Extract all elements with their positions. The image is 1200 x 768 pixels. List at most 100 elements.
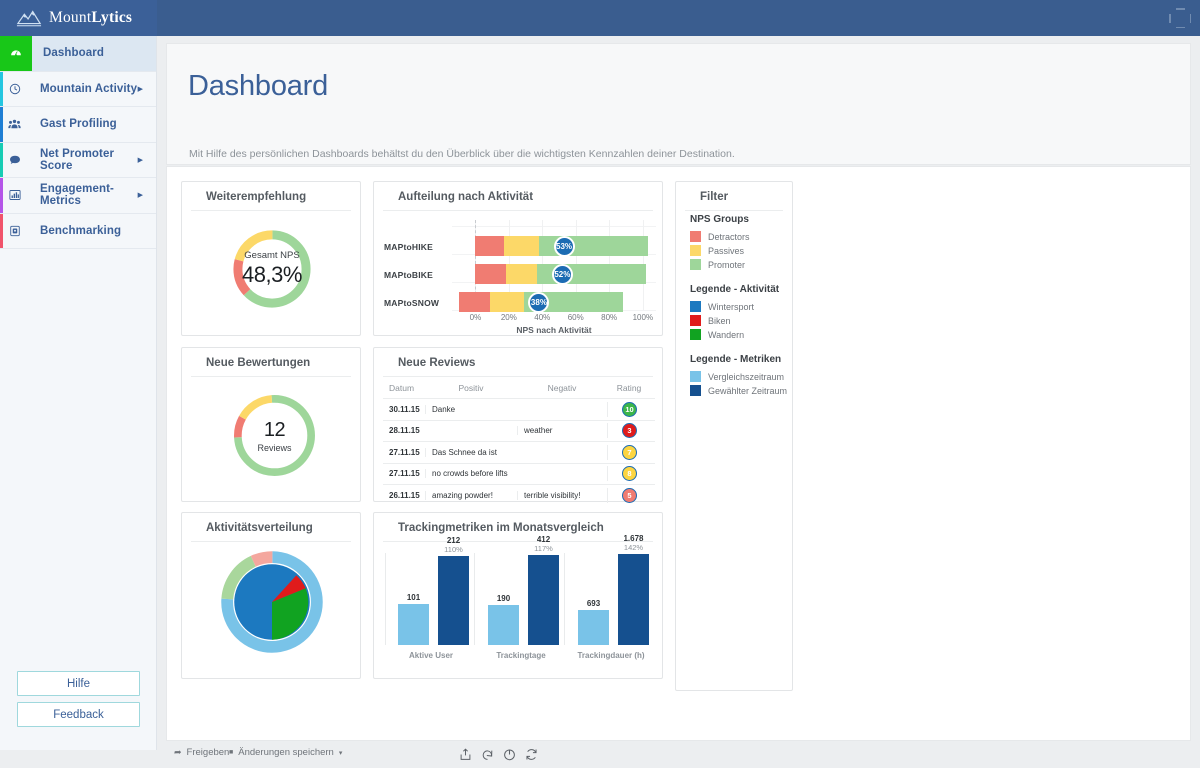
column-header-datum: Datum bbox=[389, 383, 415, 393]
sidebar-item-label: Mountain Activity bbox=[40, 82, 138, 95]
filter-group-heading: Legende - Aktivität bbox=[690, 284, 780, 295]
window-resize-marker[interactable] bbox=[1169, 8, 1191, 28]
filter-legend-item[interactable]: Wandern bbox=[690, 329, 744, 340]
bar-value: 693 bbox=[586, 599, 601, 609]
grid-separator bbox=[452, 226, 656, 227]
cell-datum: 26.11.15 bbox=[389, 490, 420, 500]
donut-svg bbox=[233, 230, 311, 308]
x-axis-tick: 0% bbox=[469, 313, 482, 322]
filter-legend-item[interactable]: Vergleichszeitraum bbox=[690, 371, 784, 382]
filter-legend-item[interactable]: Passives bbox=[690, 245, 744, 256]
sidebar-accent-stripe bbox=[0, 142, 3, 177]
sidebar-item-label: Gast Profiling bbox=[40, 118, 117, 131]
comment-icon bbox=[0, 143, 29, 178]
bar-category-label: MAPtoBIKE bbox=[384, 270, 434, 280]
filter-legend-item[interactable]: Biken bbox=[690, 315, 731, 326]
cell-datum: 28.11.15 bbox=[389, 426, 420, 436]
power-icon[interactable] bbox=[500, 744, 518, 764]
bar-category-label: Trackingdauer (h) bbox=[577, 651, 645, 660]
sidebar-item-label: Engagement-Metrics bbox=[40, 183, 114, 208]
x-axis-tick: 100% bbox=[632, 313, 654, 322]
nps-value-badge: 38% bbox=[528, 291, 550, 313]
bar-chart-icon bbox=[0, 178, 29, 213]
bar-segment-passives bbox=[490, 292, 524, 312]
table-row[interactable]: 27.11.15 no crowds before lifts 8 bbox=[383, 462, 655, 485]
table-row[interactable]: 26.11.15 amazing powder! terrible visibili… bbox=[383, 484, 655, 506]
mountain-logo-icon bbox=[16, 10, 42, 27]
reviews-table: Datum Positiv Negativ Rating 30.11.15 Dan… bbox=[383, 378, 655, 506]
x-axis-tick: 20% bbox=[500, 313, 517, 322]
rating-badge: 8 bbox=[622, 466, 637, 482]
new-ratings-donut-chart: 12 Reviews bbox=[227, 388, 322, 483]
page-title: Dashboard bbox=[188, 70, 329, 102]
clock-icon bbox=[0, 72, 29, 107]
rating-badge: 5 bbox=[622, 487, 637, 503]
cell-positiv: no crowds before lifts bbox=[425, 469, 517, 479]
sidebar-item-net-promoter-score[interactable]: Net Promoter Score ▶ bbox=[0, 142, 156, 178]
x-axis-tick: 80% bbox=[601, 313, 618, 322]
export-icon[interactable] bbox=[456, 744, 474, 764]
cell-negativ: terrible visibility! bbox=[517, 490, 607, 500]
page-subtitle: Mit Hilfe des persönlichen Dashboards be… bbox=[189, 148, 735, 160]
feedback-button[interactable]: Feedback bbox=[17, 702, 140, 727]
sidebar-accent-stripe bbox=[0, 107, 3, 142]
tracking-bar-chart: 101 212 110% Aktive User 190 412 117% Trackingt… bbox=[384, 534, 654, 669]
nps-value-badge: 53% bbox=[553, 235, 575, 257]
rating-badge: 3 bbox=[622, 423, 637, 439]
table-row[interactable]: 30.11.15 Danke 10 bbox=[383, 398, 655, 420]
refresh-icon[interactable] bbox=[522, 744, 540, 764]
group-divider bbox=[474, 553, 475, 645]
cell-datum: 27.11.15 bbox=[389, 447, 420, 457]
table-row[interactable]: 27.11.15 Das Schnee da ist 7 bbox=[383, 441, 655, 463]
sidebar-item-engagement-metrics[interactable]: Engagement-Metrics ▶ bbox=[0, 178, 156, 214]
nps-value-badge: 52% bbox=[551, 263, 573, 285]
bar-vergleichszeitraum bbox=[578, 610, 609, 645]
sidebar-item-benchmarking[interactable]: Benchmarking bbox=[0, 213, 156, 249]
card-neue-reviews: Neue Reviews Datum Positiv Negativ Ratin… bbox=[373, 347, 663, 503]
cell-datum: 27.11.15 bbox=[389, 469, 420, 479]
rating-badge: 7 bbox=[622, 444, 637, 460]
rating-badge: 10 bbox=[622, 401, 637, 417]
top-bar: MountLytics bbox=[0, 0, 1200, 36]
card-title: Filter bbox=[685, 182, 783, 211]
sidebar-accent-stripe bbox=[0, 178, 3, 213]
legend-label: Promoter bbox=[708, 259, 746, 270]
save-changes-button[interactable]: ■ Änderungen speichern ▾ bbox=[229, 747, 342, 758]
shield-icon bbox=[0, 214, 29, 249]
activity-distribution-pie-chart bbox=[221, 551, 323, 653]
filter-legend-item[interactable]: Wintersport bbox=[690, 301, 754, 312]
card-trackingmetriken: Trackingmetriken im Monatsvergleich 101 2… bbox=[373, 512, 663, 679]
legend-color-swatch bbox=[690, 385, 701, 396]
help-button[interactable]: Hilfe bbox=[17, 671, 140, 696]
share-button[interactable]: ➦ Freigeben bbox=[174, 747, 229, 758]
cell-positiv: amazing powder! bbox=[425, 490, 517, 500]
legend-color-swatch bbox=[690, 329, 701, 340]
filter-legend-item[interactable]: Detractors bbox=[690, 231, 750, 242]
bar-vergleichszeitraum bbox=[398, 603, 429, 645]
recommendation-donut-chart: Gesamt NPS 48,3% bbox=[227, 224, 317, 314]
share-label: Freigeben bbox=[186, 747, 230, 758]
bar-segment-detractors bbox=[458, 292, 491, 312]
cell-positiv: Das Schnee da ist bbox=[425, 447, 517, 457]
sidebar-item-mountain-activity[interactable]: Mountain Activity ▶ bbox=[0, 71, 156, 107]
cell-rating: 7 bbox=[607, 444, 651, 460]
save-label: Änderungen speichern bbox=[238, 747, 334, 758]
bottom-toolbar: ➦ Freigeben ■ Änderungen speichern ▾ bbox=[166, 744, 1191, 768]
undo-icon[interactable] bbox=[478, 744, 496, 764]
bar-segment-passives bbox=[505, 264, 538, 284]
legend-label: Biken bbox=[708, 315, 731, 326]
sidebar-item-gast-profiling[interactable]: Gast Profiling bbox=[0, 107, 156, 143]
bar-value-label: 1.678 142% bbox=[610, 534, 657, 552]
x-axis-tick: 60% bbox=[567, 313, 584, 322]
app-logo[interactable]: MountLytics bbox=[0, 0, 157, 36]
axis-line bbox=[385, 553, 386, 645]
bar-value: 190 bbox=[496, 594, 511, 604]
filter-legend-item[interactable]: Promoter bbox=[690, 259, 745, 270]
legend-label: Passives bbox=[708, 245, 745, 256]
sidebar-accent-stripe bbox=[0, 36, 3, 71]
sidebar-item-dashboard[interactable]: Dashboard bbox=[0, 36, 156, 72]
table-row[interactable]: 28.11.15 weather 3 bbox=[383, 419, 655, 442]
sidebar-accent-stripe bbox=[0, 213, 3, 248]
brand-light: Mount bbox=[49, 9, 92, 26]
filter-legend-item[interactable]: Gewählter Zeitraum bbox=[690, 385, 787, 396]
